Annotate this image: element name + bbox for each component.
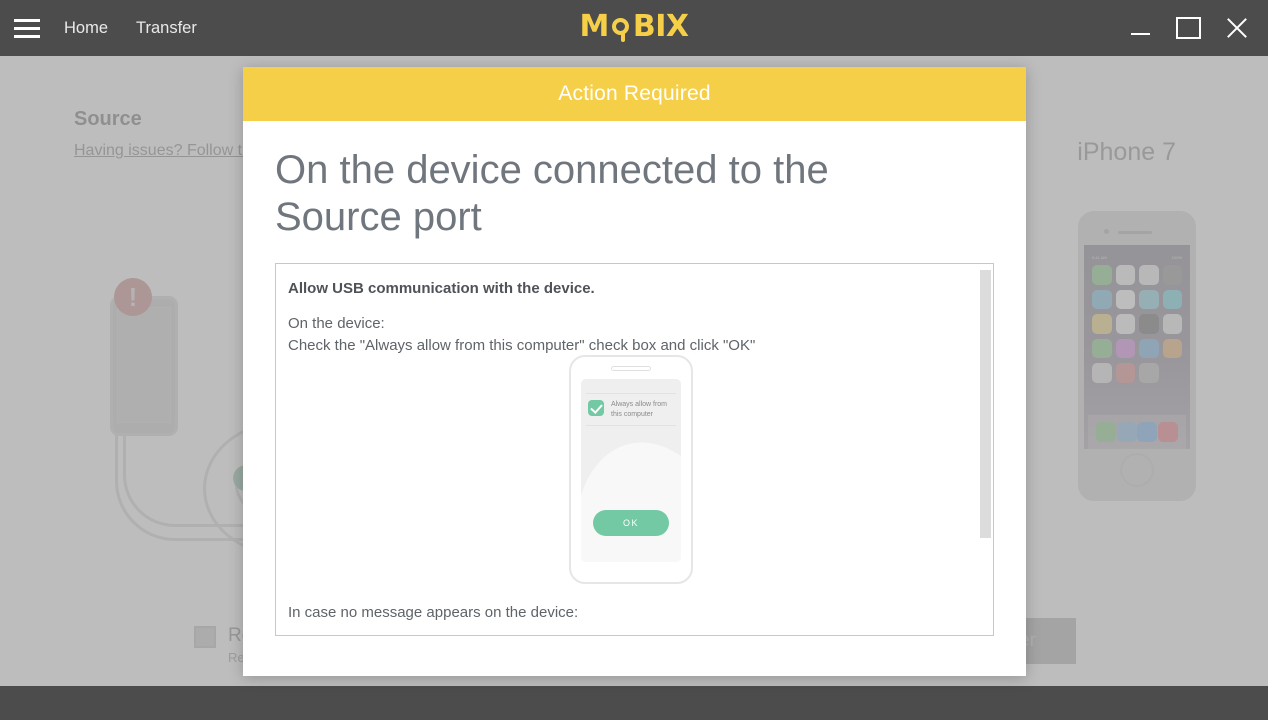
hamburger-bar bbox=[14, 18, 40, 22]
hamburger-bar bbox=[14, 26, 40, 30]
device-permission-diagram: Always allow from this computer OK bbox=[569, 355, 693, 585]
window-controls bbox=[1120, 0, 1268, 56]
close-icon bbox=[1224, 16, 1248, 40]
instructions-scrollbar[interactable] bbox=[980, 266, 991, 634]
footer-bar bbox=[0, 686, 1268, 720]
instruction-tail: In case no message appears on the device… bbox=[288, 604, 579, 622]
dialog-title: On the device connected to the Source po… bbox=[275, 148, 829, 240]
app-window: Home Transfer MBIX Source Having issues?… bbox=[0, 0, 1268, 720]
dialog-body: On the device connected to the Source po… bbox=[243, 121, 1026, 637]
checked-checkbox-icon bbox=[588, 400, 604, 417]
minimize-icon bbox=[1130, 33, 1150, 35]
title-bar: Home Transfer M BIX bbox=[0, 0, 1268, 56]
instruction-line-2: Check the "Always allow from this comput… bbox=[288, 336, 756, 354]
brand-suffix: BIX bbox=[632, 9, 689, 44]
diagram-checkbox-label: Always allow from this computer bbox=[611, 401, 668, 418]
diagram-ok-button: OK bbox=[593, 510, 669, 537]
dialog-header: Action Required bbox=[243, 67, 1026, 121]
diagram-checkbox-row: Always allow from this computer bbox=[586, 393, 676, 426]
hamburger-bar bbox=[14, 34, 40, 38]
action-required-dialog: Action Required On the device connected … bbox=[243, 67, 1026, 676]
brand-wordmark: M BIX bbox=[579, 9, 689, 44]
screen-sheen bbox=[581, 428, 681, 563]
hamburger-menu-icon[interactable] bbox=[14, 18, 40, 38]
dialog-header-title: Action Required bbox=[558, 82, 711, 105]
instructions-panel: Allow USB communication with the device.… bbox=[275, 263, 994, 637]
diagram-phone-screen: Always allow from this computer OK bbox=[581, 379, 681, 563]
maximize-icon bbox=[1175, 17, 1201, 39]
minimize-button[interactable] bbox=[1120, 0, 1160, 56]
nav-item-transfer[interactable]: Transfer bbox=[136, 19, 197, 38]
scrollbar-thumb[interactable] bbox=[980, 270, 991, 539]
phone-speaker-icon bbox=[611, 366, 651, 372]
instructions-content: Allow USB communication with the device.… bbox=[276, 264, 993, 356]
brand-prefix: M bbox=[579, 9, 609, 44]
instruction-line-1: On the device: bbox=[288, 315, 385, 333]
brand-o-glyph-icon bbox=[609, 9, 633, 42]
close-button[interactable] bbox=[1216, 0, 1256, 56]
maximize-button[interactable] bbox=[1168, 0, 1208, 56]
nav-item-home[interactable]: Home bbox=[64, 19, 108, 38]
instruction-heading: Allow USB communication with the device. bbox=[288, 280, 595, 298]
